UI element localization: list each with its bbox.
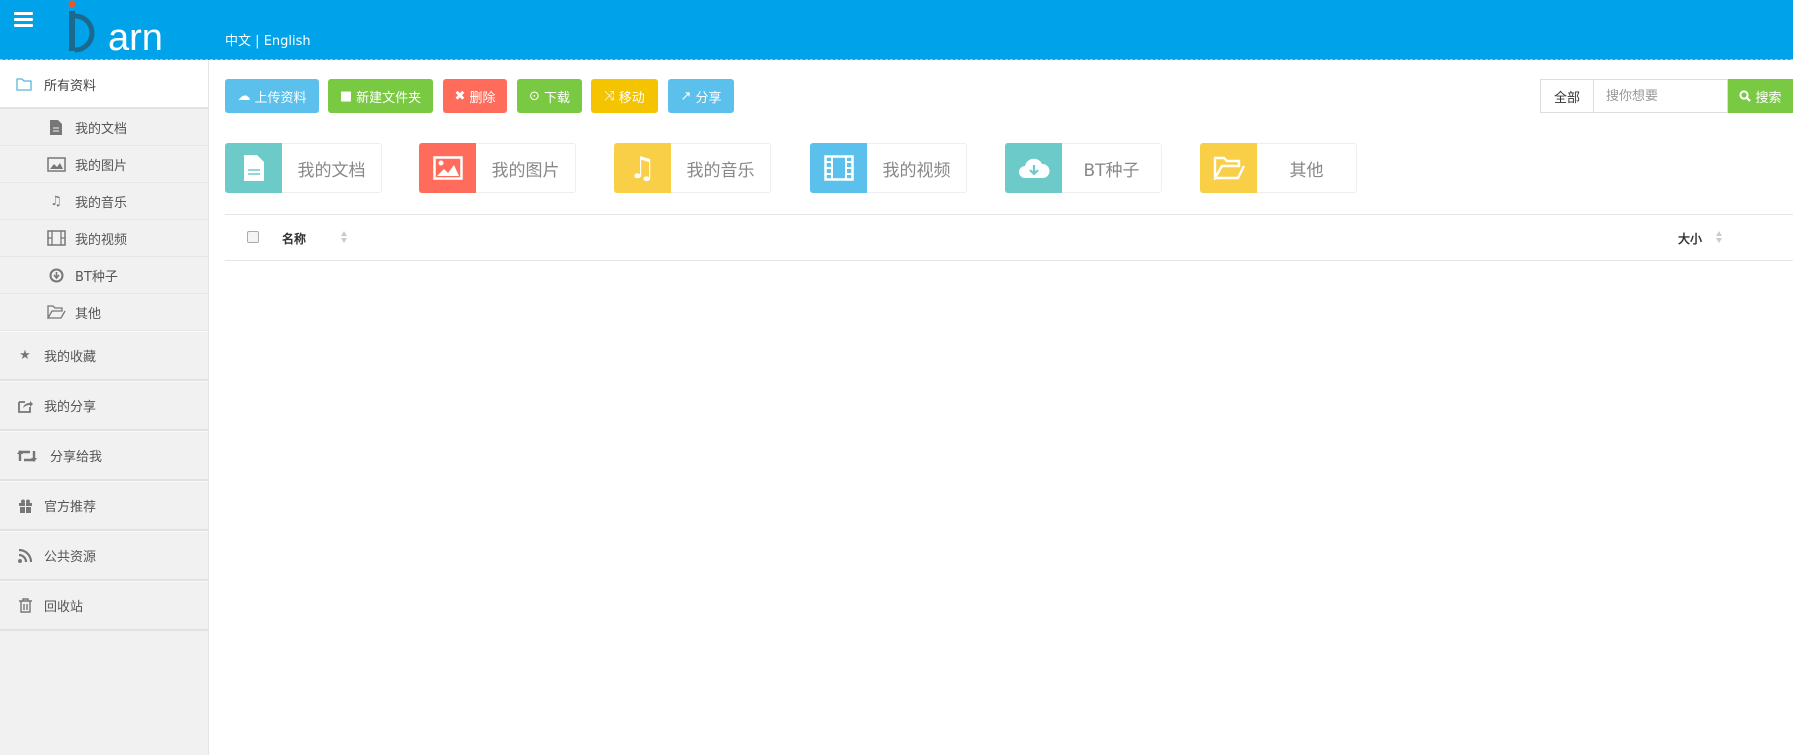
select-all-checkbox[interactable]	[247, 231, 259, 243]
category-videos[interactable]: 我的视频	[810, 143, 967, 193]
sidebar-item-label: 分享给我	[50, 450, 103, 465]
trash-icon	[16, 598, 34, 613]
share-button[interactable]: ↗ 分享	[668, 79, 734, 113]
music-icon: ♫	[50, 193, 62, 209]
file-icon	[46, 119, 66, 135]
search-bar: 全部 搜索	[1540, 79, 1793, 113]
sidebar-item-label: 其他	[75, 306, 102, 322]
search-button[interactable]: 搜索	[1728, 79, 1793, 113]
sort-icon[interactable]	[1715, 229, 1723, 245]
category-images[interactable]: 我的图片	[419, 143, 576, 193]
move-label: 移动	[618, 90, 645, 106]
share-icon: ↗	[680, 88, 692, 104]
category-label: 我的文档	[297, 160, 366, 181]
film-icon	[810, 143, 867, 193]
search-icon	[1739, 90, 1752, 102]
language-switch: 中文 | English	[225, 30, 311, 49]
download-label: 下载	[543, 90, 570, 106]
sidebar-item-shared-with-me[interactable]: 分享给我	[0, 431, 208, 481]
shuffle-icon: ⤨	[604, 88, 615, 104]
delete-label: 删除	[469, 90, 496, 106]
sidebar-sub-documents[interactable]: 我的文档	[0, 109, 208, 146]
download-button[interactable]: ⊙ 下载	[517, 79, 582, 113]
sidebar-item-label: 官方推荐	[44, 500, 97, 515]
star-icon: ★	[19, 348, 31, 363]
category-music[interactable]: ♫ 我的音乐	[614, 143, 771, 193]
sidebar-item-public[interactable]: 公共资源	[0, 531, 208, 581]
column-name-header[interactable]: 名称	[282, 230, 306, 247]
file-table-header: 名称 大小	[225, 214, 1793, 261]
sort-icon[interactable]	[340, 229, 348, 245]
sidebar-item-label: 我的视频	[75, 232, 128, 248]
top-header: arn 中文 | English	[0, 0, 1793, 60]
music-icon: ♫	[614, 143, 671, 193]
search-input[interactable]	[1593, 79, 1728, 113]
share-icon	[16, 399, 34, 413]
category-label: BT种子	[1083, 160, 1140, 181]
sidebar-item-label: 我的收藏	[44, 350, 97, 365]
svg-text:arn: arn	[108, 17, 163, 56]
sidebar-item-label: 公共资源	[44, 550, 97, 565]
new-folder-button[interactable]: ■ 新建文件夹	[328, 79, 433, 113]
move-button[interactable]: ⤨ 移动	[591, 79, 658, 113]
sidebar-item-trash[interactable]: 回收站	[0, 581, 208, 631]
lang-en-link[interactable]: English	[264, 34, 311, 49]
category-bt[interactable]: BT种子	[1005, 143, 1162, 193]
sidebar-item-label: 我的分享	[44, 400, 97, 415]
gift-icon	[16, 499, 34, 513]
close-icon: ✖	[454, 88, 466, 104]
sidebar: 所有资料 我的文档 我的图片 ♫ 我的音乐 我的视频 BT种子 其他 ★ 我的收藏 …	[0, 61, 209, 755]
search-button-label: 搜索	[1755, 90, 1782, 106]
image-icon	[419, 143, 476, 193]
category-other[interactable]: 其他	[1200, 143, 1357, 193]
category-label: 我的音乐	[686, 160, 755, 181]
category-label: 我的视频	[882, 160, 951, 181]
film-icon	[46, 230, 66, 246]
sidebar-item-label: 我的音乐	[75, 195, 128, 211]
folder-open-icon	[46, 305, 66, 319]
sidebar-item-all[interactable]: 所有资料	[0, 61, 208, 109]
share-label: 分享	[695, 90, 722, 106]
rss-icon	[16, 548, 34, 563]
category-label: 其他	[1289, 160, 1324, 181]
cloud-download-icon	[1005, 143, 1062, 193]
sidebar-item-label: 我的图片	[75, 158, 128, 174]
image-icon	[46, 156, 66, 172]
retweet-icon	[16, 449, 38, 463]
sidebar-item-my-shares[interactable]: 我的分享	[0, 381, 208, 431]
file-icon	[225, 143, 282, 193]
sidebar-sub-images[interactable]: 我的图片	[0, 146, 208, 183]
cloud-upload-icon: ☁	[237, 88, 251, 104]
lang-separator: |	[255, 34, 260, 49]
sidebar-sub-other[interactable]: 其他	[0, 294, 208, 331]
category-label: 我的图片	[491, 160, 560, 181]
upload-label: 上传资料	[254, 90, 307, 106]
sidebar-item-label: 所有资料	[44, 78, 97, 94]
search-scope-select[interactable]: 全部	[1540, 79, 1593, 113]
sidebar-item-recommended[interactable]: 官方推荐	[0, 481, 208, 531]
lang-zh-link[interactable]: 中文	[225, 34, 251, 49]
sidebar-sub-bt[interactable]: BT种子	[0, 257, 208, 294]
folder-icon: ■	[339, 88, 353, 104]
sidebar-sub-videos[interactable]: 我的视频	[0, 220, 208, 257]
sidebar-item-label: 回收站	[44, 600, 84, 615]
download-circle-icon: ⊙	[529, 88, 540, 104]
sidebar-item-label: BT种子	[75, 269, 118, 285]
category-documents[interactable]: 我的文档	[225, 143, 382, 193]
folder-icon	[16, 77, 32, 91]
download-circle-icon	[46, 268, 66, 283]
sidebar-item-label: 我的文档	[75, 121, 128, 137]
new-folder-label: 新建文件夹	[356, 90, 422, 106]
delete-button[interactable]: ✖ 删除	[443, 79, 507, 113]
column-size-header[interactable]: 大小	[1678, 230, 1702, 247]
sidebar-sub-music[interactable]: ♫ 我的音乐	[0, 183, 208, 220]
sidebar-item-favorites[interactable]: ★ 我的收藏	[0, 331, 208, 381]
folder-open-icon	[1200, 143, 1257, 193]
ibarn-logo[interactable]: arn	[68, 0, 183, 56]
menu-icon[interactable]	[14, 12, 33, 27]
upload-button[interactable]: ☁ 上传资料	[225, 79, 319, 113]
